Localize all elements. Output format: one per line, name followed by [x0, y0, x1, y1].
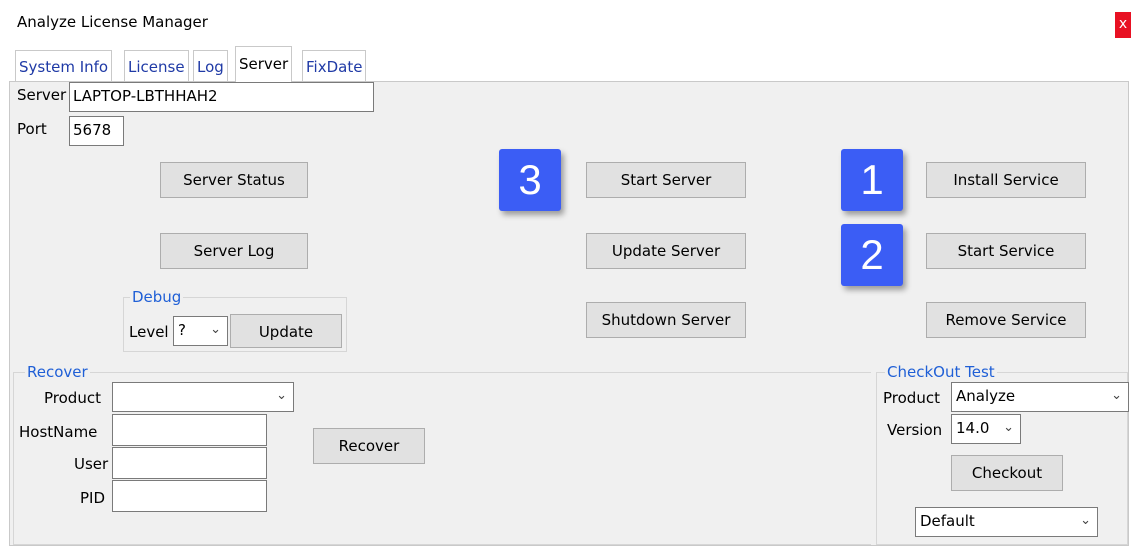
checkout-product-select[interactable]: Analyze ⌄: [951, 382, 1129, 412]
recover-pid-label: PID: [80, 489, 106, 507]
checkout-version-value: 14.0: [956, 419, 990, 437]
tab-fixdate[interactable]: FixDate: [302, 50, 367, 82]
remove-service-button[interactable]: Remove Service: [926, 302, 1086, 338]
chevron-down-icon: ⌄: [1080, 513, 1091, 528]
step-1-badge: 1: [841, 149, 903, 211]
start-service-button[interactable]: Start Service: [926, 233, 1086, 269]
checkout-product-label: Product: [883, 389, 940, 407]
step-3-badge: 3: [499, 149, 561, 211]
checkout-group-label: CheckOut Test: [885, 363, 997, 381]
recover-group-label: Recover: [25, 363, 90, 381]
tab-license[interactable]: License: [124, 50, 189, 82]
debug-level-select[interactable]: ? ⌄: [173, 316, 228, 346]
checkout-product-value: Analyze: [956, 387, 1016, 405]
chevron-down-icon: ⌄: [276, 388, 287, 403]
chevron-down-icon: ⌄: [1111, 388, 1122, 403]
title-bar: Analyze License Manager x: [0, 0, 1131, 44]
tab-log[interactable]: Log: [193, 50, 228, 82]
chevron-down-icon: ⌄: [1003, 420, 1014, 435]
window-title: Analyze License Manager: [17, 13, 208, 31]
recover-user-label: User: [74, 455, 109, 473]
recover-product-label: Product: [44, 389, 101, 407]
checkout-button[interactable]: Checkout: [951, 455, 1063, 491]
install-service-button[interactable]: Install Service: [926, 162, 1086, 198]
server-status-button[interactable]: Server Status: [160, 162, 308, 198]
recover-hostname-label: HostName: [19, 423, 98, 441]
checkout-version-label: Version: [887, 421, 943, 439]
debug-group-label: Debug: [130, 288, 184, 306]
shutdown-server-button[interactable]: Shutdown Server: [586, 302, 746, 338]
recover-button[interactable]: Recover: [313, 428, 425, 464]
start-server-button[interactable]: Start Server: [586, 162, 746, 198]
checkout-mode-select[interactable]: Default ⌄: [915, 507, 1098, 537]
close-icon[interactable]: x: [1115, 12, 1131, 38]
recover-hostname-input[interactable]: [112, 414, 267, 446]
step-2-badge: 2: [841, 224, 903, 286]
chevron-down-icon: ⌄: [210, 322, 221, 337]
tab-system-info[interactable]: System Info: [15, 50, 113, 82]
debug-level-label: Level: [129, 323, 169, 341]
server-log-button[interactable]: Server Log: [160, 233, 308, 269]
server-label: Server: [17, 86, 67, 104]
license-manager-window: Analyze License Manager x System Info Li…: [0, 0, 1131, 551]
recover-user-input[interactable]: [112, 447, 267, 479]
checkout-version-select[interactable]: 14.0 ⌄: [951, 414, 1021, 444]
port-label: Port: [17, 120, 47, 138]
update-server-button[interactable]: Update Server: [586, 233, 746, 269]
debug-level-value: ?: [178, 321, 186, 339]
tab-server[interactable]: Server: [235, 46, 293, 82]
recover-product-select[interactable]: ⌄: [112, 382, 294, 412]
server-input[interactable]: LAPTOP-LBTHHAH2: [69, 82, 374, 112]
recover-pid-input[interactable]: [112, 480, 267, 512]
debug-update-button[interactable]: Update: [230, 314, 342, 348]
checkout-mode-value: Default: [920, 512, 975, 530]
port-input[interactable]: 5678: [69, 116, 124, 146]
